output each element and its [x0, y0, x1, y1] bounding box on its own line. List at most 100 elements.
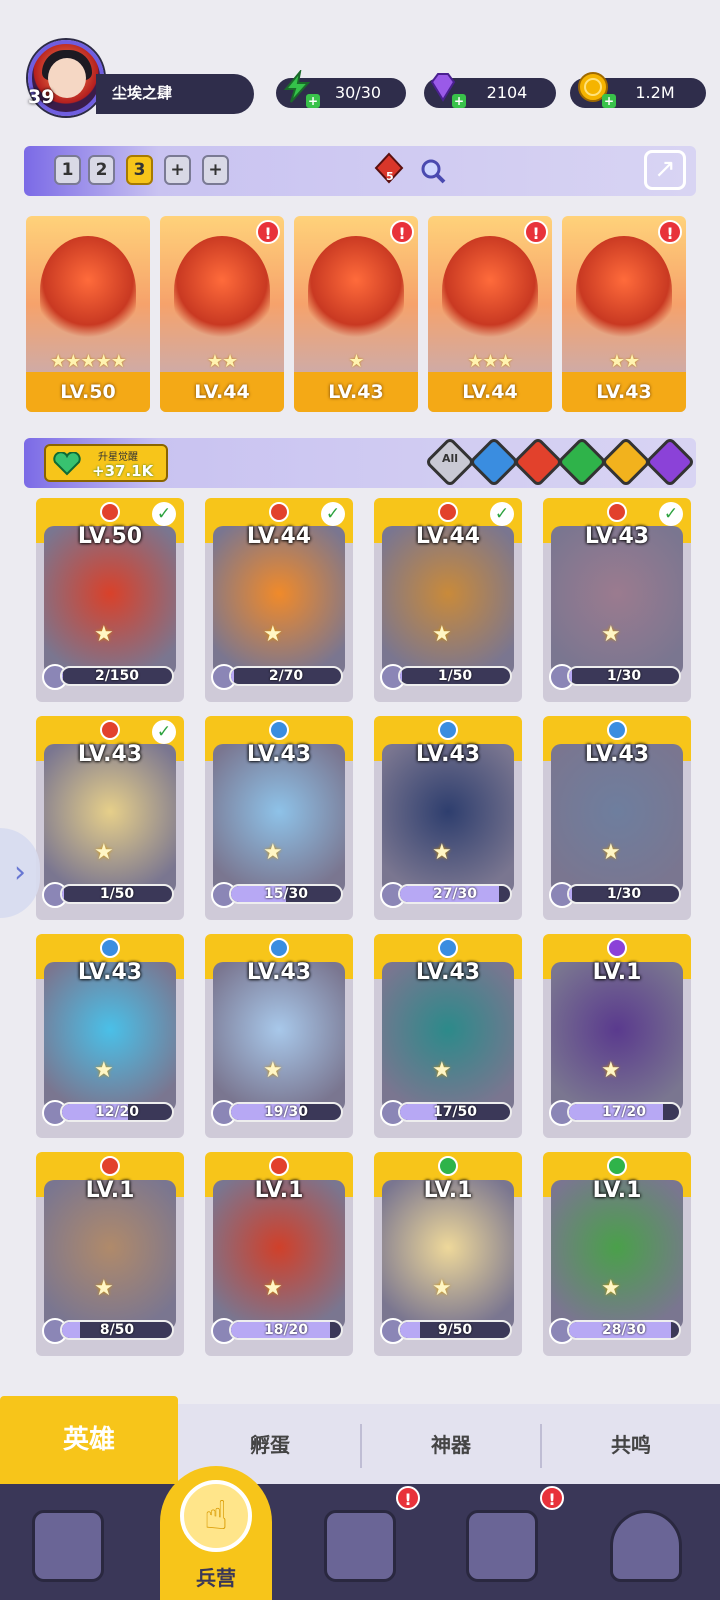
hero-card[interactable]: LV.1 ★ 18/20: [205, 1152, 353, 1356]
map-book-icon[interactable]: [324, 1510, 396, 1582]
element-icon: [438, 720, 458, 740]
cards-icon[interactable]: [32, 1510, 104, 1582]
element-icon: [607, 1156, 627, 1176]
team-slot-1[interactable]: 1: [54, 155, 81, 185]
player-name: 尘埃之肆: [96, 74, 254, 114]
element-icon: [100, 1156, 120, 1176]
tab-hatch[interactable]: 孵蛋: [180, 1420, 360, 1470]
hero-card[interactable]: LV.43 ★ 17/50: [374, 934, 522, 1138]
element-icon: [438, 1156, 458, 1176]
team-hero-card[interactable]: ★ LV.43: [294, 216, 418, 412]
share-icon[interactable]: ↗: [644, 150, 686, 190]
star-icon: ★: [263, 840, 283, 865]
hero-card[interactable]: ✓ LV.44 ★ 2/70: [205, 498, 353, 702]
shard-progress: 1/50: [60, 884, 174, 904]
shard-progress: 17/20: [567, 1102, 681, 1122]
add-gold-icon[interactable]: +: [602, 94, 616, 108]
star-icon: ★: [601, 1058, 621, 1083]
team-slot-add-1[interactable]: +: [164, 155, 191, 185]
hero-stars: ★: [348, 351, 364, 372]
shard-progress: 18/20: [229, 1320, 343, 1340]
hero-card[interactable]: LV.43 ★ 15/30: [205, 716, 353, 920]
awaken-button[interactable]: 升星觉醒 +37.1K: [44, 444, 168, 482]
star-icon: ★: [601, 840, 621, 865]
star-icon: ★: [94, 1058, 114, 1083]
side-expand-arrow[interactable]: ›: [0, 828, 40, 918]
hero-portrait: [576, 236, 672, 346]
hero-card[interactable]: LV.1 ★ 28/30: [543, 1152, 691, 1356]
element-icon: [269, 720, 289, 740]
add-gem-icon[interactable]: +: [452, 94, 466, 108]
hero-level: LV.1: [254, 1178, 304, 1203]
hero-level: LV.43: [246, 960, 312, 985]
hero-level: LV.50: [77, 524, 143, 549]
hero-card[interactable]: ✓ LV.43 ★ 1/30: [543, 498, 691, 702]
shard-progress: 1/30: [567, 666, 681, 686]
shard-progress: 1/50: [398, 666, 512, 686]
hero-level: LV.50: [26, 372, 150, 412]
temple-icon[interactable]: [466, 1510, 538, 1582]
star-icon: ★: [94, 622, 114, 647]
team-slot-2[interactable]: 2: [88, 155, 115, 185]
tab-artifact[interactable]: 神器: [362, 1420, 540, 1470]
fire-badge-icon[interactable]: 5: [374, 152, 404, 184]
tab-resonance[interactable]: 共鸣: [542, 1420, 720, 1470]
team-hero-card[interactable]: ★★★★★ LV.50: [26, 216, 150, 412]
shard-progress: 8/50: [60, 1320, 174, 1340]
hero-level: LV.43: [246, 742, 312, 767]
team-bar: [24, 146, 696, 196]
team-hero-card[interactable]: ★★ LV.43: [562, 216, 686, 412]
star-icon: ★: [94, 1276, 114, 1301]
heart-icon: [53, 452, 81, 476]
hero-card[interactable]: LV.43 ★ 27/30: [374, 716, 522, 920]
element-icon: [438, 938, 458, 958]
magnifier-icon[interactable]: [420, 158, 446, 184]
hero-card[interactable]: LV.1 ★ 9/50: [374, 1152, 522, 1356]
team-hero-card[interactable]: ★★ LV.44: [160, 216, 284, 412]
fire-badge-count: 5: [386, 170, 394, 183]
nav-barracks[interactable]: ☝ 兵营: [160, 1466, 272, 1600]
barracks-icon: ☝: [180, 1480, 252, 1552]
hero-card[interactable]: LV.1 ★ 8/50: [36, 1152, 184, 1356]
check-icon: ✓: [659, 502, 683, 526]
shard-progress: 27/30: [398, 884, 512, 904]
hero-card[interactable]: LV.43 ★ 12/20: [36, 934, 184, 1138]
hero-level: LV.1: [592, 1178, 642, 1203]
element-icon: [607, 938, 627, 958]
star-icon: ★: [263, 622, 283, 647]
hero-card[interactable]: LV.43 ★ 19/30: [205, 934, 353, 1138]
mushroom-house-icon[interactable]: [610, 1510, 682, 1582]
hero-card[interactable]: LV.43 ★ 1/30: [543, 716, 691, 920]
hero-level: LV.43: [77, 960, 143, 985]
hero-level: LV.1: [592, 960, 642, 985]
alert-icon: !: [658, 220, 682, 244]
hero-level: LV.1: [423, 1178, 473, 1203]
check-icon: ✓: [490, 502, 514, 526]
hero-portrait: [40, 236, 136, 346]
shard-progress: 2/150: [60, 666, 174, 686]
hero-card[interactable]: ✓ LV.44 ★ 1/50: [374, 498, 522, 702]
alert-icon: !: [524, 220, 548, 244]
shard-progress: 9/50: [398, 1320, 512, 1340]
hero-level: LV.43: [562, 372, 686, 412]
tab-heroes[interactable]: 英雄: [0, 1396, 178, 1484]
shard-progress: 19/30: [229, 1102, 343, 1122]
team-slot-add-2[interactable]: +: [202, 155, 229, 185]
add-energy-icon[interactable]: +: [306, 94, 320, 108]
star-icon: ★: [432, 840, 452, 865]
hero-card[interactable]: ✓ LV.50 ★ 2/150: [36, 498, 184, 702]
hero-portrait: [442, 236, 538, 346]
hero-portrait: [308, 236, 404, 346]
hero-card[interactable]: ✓ LV.43 ★ 1/50: [36, 716, 184, 920]
team-hero-card[interactable]: ★★★ LV.44: [428, 216, 552, 412]
hero-card[interactable]: LV.1 ★ 17/20: [543, 934, 691, 1138]
team-slot-3[interactable]: 3: [126, 155, 153, 185]
star-icon: ★: [94, 840, 114, 865]
star-icon: ★: [601, 622, 621, 647]
alert-icon: !: [390, 220, 414, 244]
element-icon: [269, 1156, 289, 1176]
star-icon: ★: [601, 1276, 621, 1301]
awaken-value: +37.1K: [92, 462, 154, 480]
hero-level: LV.43: [584, 524, 650, 549]
player-level: 39: [28, 86, 55, 108]
